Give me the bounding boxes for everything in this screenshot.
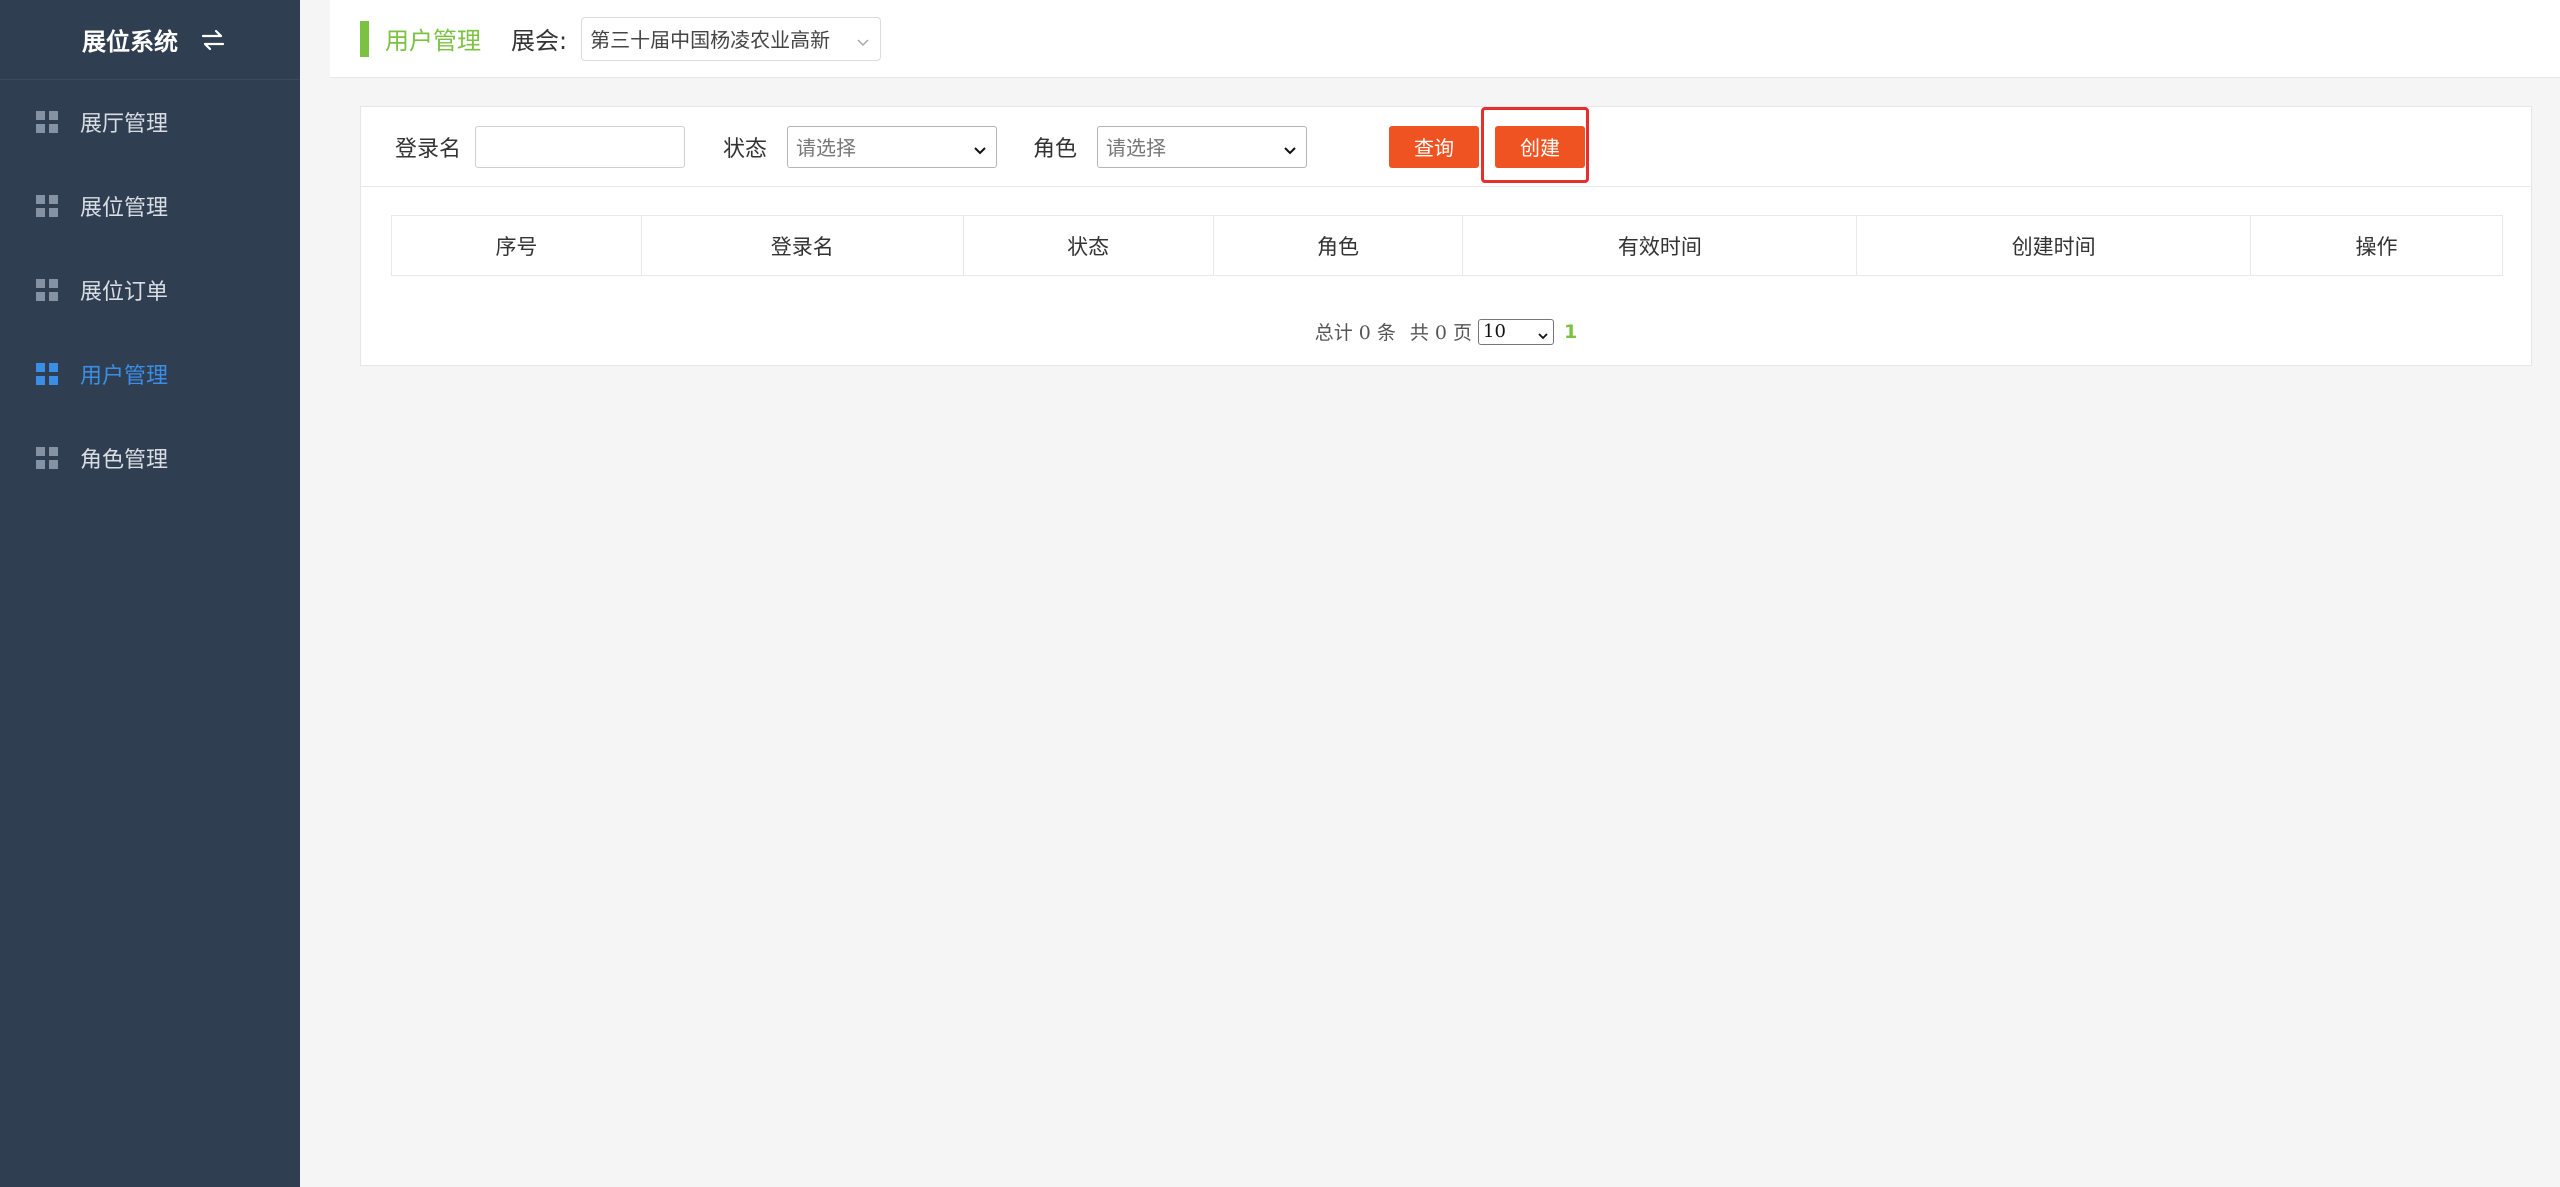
swap-icon[interactable]	[198, 25, 228, 55]
sidebar-item-label: 展厅管理	[80, 112, 169, 137]
sidebar-item-booth-orders[interactable]: 展位订单	[0, 248, 300, 332]
sidebar-item-booth[interactable]: 展位管理	[0, 164, 300, 248]
sidebar-item-roles[interactable]: 角色管理	[0, 416, 300, 500]
chevron-down-icon	[972, 139, 988, 155]
column-header-actions: 操作	[2250, 215, 2503, 276]
grid-icon	[36, 363, 58, 385]
table-header-row: 序号 登录名 状态 角色 有效时间 创建时间 操作	[391, 215, 2503, 276]
role-label: 角色	[1033, 136, 1078, 162]
sidebar-item-label: 角色管理	[80, 448, 169, 473]
sidebar-item-label: 展位管理	[80, 196, 169, 221]
page-title: 用户管理	[385, 27, 481, 55]
current-page-link[interactable]: 1	[1564, 321, 1577, 343]
top-bar: 用户管理 展会: 第三十届中国杨凌农业高新	[330, 0, 2560, 78]
column-header-valid-time: 有效时间	[1462, 215, 1858, 276]
users-table: 序号 登录名 状态 角色 有效时间 创建时间 操作	[391, 215, 2503, 276]
grid-icon	[36, 111, 58, 133]
login-name-label: 登录名	[395, 136, 462, 162]
page-count: 共 0 页	[1409, 322, 1473, 344]
sidebar-header: 展位系统	[0, 0, 300, 80]
filter-bar: 登录名 状态 请选择 角色 请选择 查询 创建	[361, 107, 2531, 187]
column-header-index: 序号	[391, 215, 642, 276]
status-select-value: 请选择	[796, 136, 857, 160]
column-header-created-time: 创建时间	[1856, 215, 2252, 276]
sidebar-item-label: 展位订单	[80, 280, 169, 305]
chevron-down-icon	[1537, 326, 1549, 339]
total-count: 总计 0 条	[1314, 322, 1396, 344]
grid-icon	[36, 195, 58, 217]
sidebar-item-label: 用户管理	[80, 364, 169, 389]
grid-icon	[36, 279, 58, 301]
create-button-highlight	[1481, 107, 1589, 183]
sidebar-item-hall[interactable]: 展厅管理	[0, 80, 300, 164]
login-name-input[interactable]	[475, 125, 686, 168]
expo-label: 展会:	[511, 27, 568, 55]
chevron-down-icon	[1282, 139, 1298, 155]
title-accent-bar	[360, 20, 369, 57]
app-title: 展位系统	[82, 28, 178, 56]
pagination: 总计 0 条 共 0 页 10 1	[391, 318, 2501, 345]
page-size-select[interactable]: 10	[1478, 318, 1555, 345]
role-select-value: 请选择	[1106, 136, 1167, 160]
sidebar: 展位系统 展厅管理 展位管理 展位订单 用户管理 角色管理	[0, 0, 300, 1187]
column-header-role: 角色	[1212, 215, 1464, 276]
chevron-down-icon	[856, 30, 870, 46]
status-select[interactable]: 请选择	[787, 125, 998, 168]
query-button[interactable]: 查询	[1389, 125, 1480, 168]
column-header-login: 登录名	[640, 215, 964, 276]
user-panel: 登录名 状态 请选择 角色 请选择 查询 创建 序号 登录名 状态 角色 有效时…	[360, 106, 2532, 366]
column-header-status: 状态	[962, 215, 1214, 276]
status-label: 状态	[723, 136, 768, 162]
expo-select-value: 第三十届中国杨凌农业高新	[590, 28, 831, 52]
role-select[interactable]: 请选择	[1097, 125, 1308, 168]
grid-icon	[36, 447, 58, 469]
page-size-value: 10	[1483, 321, 1506, 342]
sidebar-item-users[interactable]: 用户管理	[0, 332, 300, 416]
table-container: 序号 登录名 状态 角色 有效时间 创建时间 操作 总计 0 条 共 0 页 1…	[361, 187, 2531, 345]
expo-select[interactable]: 第三十届中国杨凌农业高新	[581, 16, 882, 61]
